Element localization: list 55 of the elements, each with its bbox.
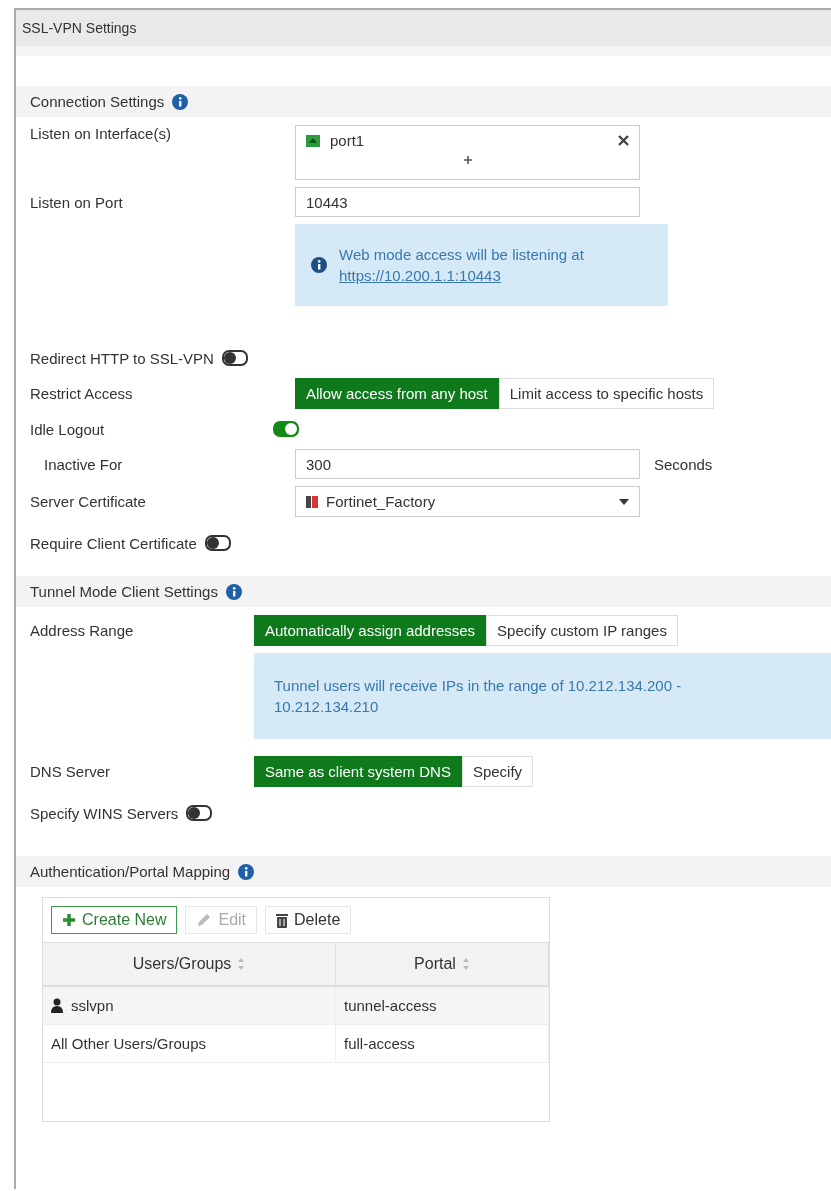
- info-icon: [172, 93, 189, 110]
- field-label: Idle Logout: [30, 420, 106, 438]
- field-label: Server Certificate: [30, 493, 147, 510]
- interface-value: port1: [330, 132, 366, 149]
- notice-text: Tunnel users will receive IPs in the range of 10.212.134.200 - 10.212.134.210: [274, 676, 683, 717]
- table-cell: tunnel-access: [336, 987, 549, 1025]
- field-label: Inactive For: [43, 455, 124, 473]
- field-label: Address Range: [30, 622, 135, 639]
- option-button[interactable]: Limit access to specific hosts: [498, 378, 715, 409]
- toggle-switch[interactable]: [186, 805, 213, 821]
- option-button[interactable]: Same as client system DNS: [254, 756, 462, 787]
- field-label: DNS Server: [30, 763, 112, 780]
- pencil-icon: [196, 912, 213, 928]
- certificate-icon: [306, 495, 318, 508]
- unit-label: Seconds: [654, 455, 713, 473]
- interface-field[interactable]: port1: [295, 125, 640, 180]
- option-button[interactable]: Specify custom IP ranges: [486, 615, 678, 646]
- option-button[interactable]: Specify: [461, 756, 534, 787]
- caret-icon: [619, 498, 629, 505]
- window-title: SSL-VPN Settings: [22, 20, 137, 36]
- field-label: Listen on Interface(s): [30, 125, 172, 142]
- info-icon: [238, 863, 255, 880]
- info-icon: [225, 583, 242, 600]
- input-field[interactable]: 10443: [295, 187, 640, 217]
- toggle-switch[interactable]: [204, 535, 231, 551]
- plus-icon: [62, 913, 76, 927]
- field-label: Restrict Access: [30, 385, 134, 402]
- toggle-switch[interactable]: [273, 421, 299, 437]
- info-icon: [311, 257, 327, 273]
- option-button[interactable]: Allow access from any host: [295, 378, 499, 409]
- close-icon[interactable]: [618, 135, 629, 146]
- url-link[interactable]: https://10.200.1.1:10443: [339, 267, 501, 284]
- toggle-switch[interactable]: [221, 350, 248, 366]
- table-cell: full-access: [336, 1025, 549, 1063]
- column-header[interactable]: Portal: [336, 943, 549, 987]
- certificate-dropdown[interactable]: Fortinet_Factory: [295, 486, 640, 517]
- input-field[interactable]: 300: [295, 449, 640, 479]
- field-label: Require Client Certificate: [30, 534, 197, 552]
- port-icon: [306, 134, 320, 147]
- field-label: Specify WINS Servers: [30, 804, 179, 822]
- add-icon[interactable]: [462, 155, 473, 165]
- user-icon: [51, 998, 63, 1013]
- table-cell: sslvpn: [43, 987, 336, 1025]
- section-title: Authentication/Portal Mapping: [30, 863, 231, 880]
- section-title: Connection Settings: [30, 93, 165, 110]
- field-label: Redirect HTTP to SSL-VPN: [30, 349, 214, 367]
- table-cell: All Other Users/Groups: [43, 1025, 336, 1063]
- field-label: Listen on Port: [30, 193, 124, 211]
- column-header[interactable]: Users/Groups: [43, 943, 336, 987]
- toolbar-button[interactable]: Create New: [51, 906, 178, 934]
- toolbar-button[interactable]: Delete: [265, 906, 352, 934]
- section-title: Tunnel Mode Client Settings: [30, 583, 218, 600]
- option-button[interactable]: Automatically assign addresses: [254, 615, 487, 646]
- notice-text: Web mode access will be listening at: [339, 245, 584, 265]
- trash-icon: [276, 912, 289, 928]
